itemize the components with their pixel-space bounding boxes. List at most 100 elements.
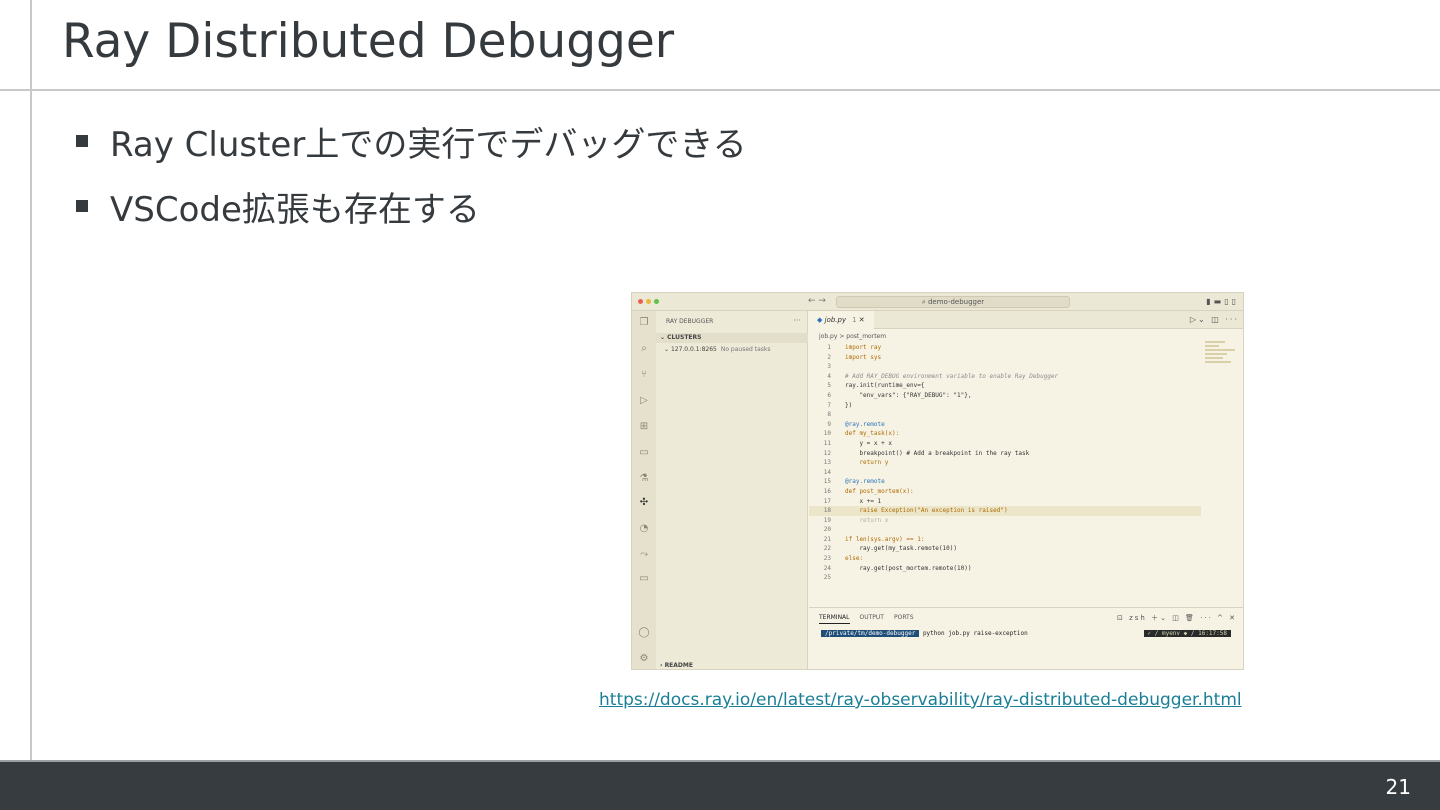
line-number: 14 — [823, 468, 831, 476]
editor-tabs: ◆ job.py 1 ✕ ▷⌄ ◫ ··· — [809, 311, 1243, 329]
left-rule — [30, 0, 32, 762]
code-line: 3 — [809, 362, 1243, 372]
line-number: 17 — [823, 497, 831, 505]
editor-actions-icons: ▷⌄ ◫ ··· — [1189, 315, 1239, 324]
code-line: 24 ray.get(post_mortem.remote(10)) — [809, 564, 1243, 574]
code-line: 10 def my_task(x): — [809, 429, 1243, 439]
code-view: 1 import ray 2 import sys 3 4 # Add RAY_DEBUG … — [809, 343, 1243, 583]
code-text: @ray.remote — [845, 478, 885, 486]
line-number: 13 — [823, 459, 831, 467]
bullet-text: Ray Cluster上での実行でデバッグできる — [110, 124, 747, 165]
code-text: breakpoint() # Add a breakpoint in the r… — [845, 449, 1030, 457]
maximize-dot-icon — [654, 299, 659, 304]
terminal-actions-icons: ⊡ zsh ＋⌄ ◫ 🗑 ··· ^ ✕ — [1117, 614, 1237, 622]
code-text: def post_mortem(x): — [845, 487, 914, 495]
code-line: 7}) — [809, 401, 1243, 411]
terminal-line: /private/tm/demo-debugger python job.py … — [821, 630, 1028, 637]
code-text: else: — [845, 555, 864, 563]
tab-badge: 1 — [852, 316, 857, 324]
code-line: 14 — [809, 468, 1243, 478]
code-line: 5 ray.init(runtime_env={ — [809, 381, 1243, 391]
slide-title: Ray Distributed Debugger — [62, 14, 675, 69]
code-text: ray.init(runtime_env={ — [845, 382, 925, 390]
code-line: 8 — [809, 410, 1243, 420]
code-line: 1 import ray — [809, 343, 1243, 353]
terminal-tab: TERMINAL — [819, 614, 850, 624]
minimize-dot-icon — [646, 299, 651, 304]
vscode-screenshot: ← → ⌕ demo-debugger ▮▬▯▯ ❐ ⌕ ⑂ ▷ ⊞ ▭ ⚗ ✣… — [631, 292, 1244, 670]
terminal-tabs: TERMINAL OUTPUT PORTS — [819, 614, 924, 624]
title-rule — [0, 89, 1440, 91]
ray-debugger-icon: ✣ — [639, 497, 649, 508]
code-text: import sys — [845, 353, 882, 361]
code-text: def my_task(x): — [845, 430, 900, 438]
tab-label: job.py — [824, 316, 847, 324]
line-number: 2 — [827, 353, 831, 361]
code-text: return x — [845, 516, 889, 524]
code-line: 18 raise Exception("An exception is rais… — [809, 506, 1201, 516]
page-number: 21 — [1385, 775, 1411, 799]
command-search: ⌕ demo-debugger — [836, 296, 1070, 308]
line-number: 18 — [823, 507, 831, 515]
line-number: 10 — [823, 430, 831, 438]
line-number: 11 — [823, 439, 831, 447]
code-line: 11 y = x + x — [809, 439, 1243, 449]
code-line: 9 @ray.remote — [809, 420, 1243, 430]
docs-link[interactable]: https://docs.ray.io/en/latest/ray-observ… — [599, 690, 1242, 710]
bullet-marker — [76, 200, 88, 212]
line-number: 25 — [823, 574, 831, 582]
code-text: import ray — [845, 344, 882, 351]
code-line: 19 return x — [809, 516, 1243, 526]
terminal-status: ✓ / myenv ◆ / 16:17:58 — [1143, 630, 1231, 637]
line-number: 6 — [827, 391, 831, 399]
line-number: 1 — [827, 344, 831, 351]
breadcrumb: job.py > post_mortem — [819, 333, 887, 340]
code-text: @ray.remote — [845, 420, 885, 428]
line-number: 7 — [827, 401, 831, 409]
code-text: ray.get(my_task.remote(10)) — [845, 545, 957, 553]
readme-section: › README — [660, 662, 693, 669]
layout-icons: ▮▬▯▯ — [1206, 297, 1239, 306]
code-text: y = x + x — [845, 439, 892, 447]
source-control-icon: ⑂ — [641, 369, 647, 380]
bullet-text: VSCode拡張も存在する — [110, 189, 480, 230]
terminal-tab: OUTPUT — [859, 614, 884, 621]
line-number: 3 — [827, 363, 831, 371]
code-line: 13 return y — [809, 458, 1243, 468]
footer-bar — [0, 762, 1440, 810]
minimap — [1205, 341, 1239, 381]
tab-job-py: ◆ job.py 1 ✕ — [809, 311, 874, 329]
code-line: 22 ray.get(my_task.remote(10)) — [809, 544, 1243, 554]
code-line: 16 def post_mortem(x): — [809, 487, 1243, 497]
line-number: 9 — [827, 420, 831, 428]
terminal-path: /private/tm/demo-debugger — [821, 630, 920, 637]
code-text: "env_vars": {"RAY_DEBUG": "1"}, — [845, 391, 972, 399]
readme-label: README — [664, 662, 693, 669]
line-number: 24 — [823, 564, 831, 572]
chat-icon: ▭ — [639, 573, 649, 584]
bullet-item: Ray Cluster上での実行でデバッグできる — [76, 118, 747, 165]
timeline-icon: ◔ — [639, 523, 649, 534]
code-text: }) — [845, 401, 853, 409]
line-number: 23 — [823, 555, 831, 563]
panel-title: RAY DEBUGGER — [666, 318, 714, 325]
explorer-icon: ❐ — [639, 317, 649, 328]
code-text: # Add RAY_DEBUG environment variable to … — [845, 372, 1059, 380]
terminal-shell: zsh — [1129, 614, 1147, 622]
python-file-icon: ◆ — [817, 316, 823, 324]
bullet-marker — [76, 135, 88, 147]
line-number: 21 — [823, 535, 831, 543]
code-line: 20 — [809, 525, 1243, 535]
bullet-list: Ray Cluster上での実行でデバッグできる VSCode拡張も存在する — [76, 118, 747, 248]
bullet-item: VSCode拡張も存在する — [76, 183, 747, 230]
line-number: 12 — [823, 449, 831, 457]
code-line: 2 import sys — [809, 353, 1243, 363]
more-icon: ··· — [793, 316, 801, 325]
code-text: ray.get(post_mortem.remote(10)) — [845, 564, 972, 572]
editor-area: ◆ job.py 1 ✕ ▷⌄ ◫ ··· job.py > post_morte… — [809, 311, 1243, 669]
nav-arrows-icon: ← → — [808, 296, 826, 306]
line-number: 22 — [823, 545, 831, 553]
search-icon: ⌕ — [641, 343, 647, 354]
terminal-panel: TERMINAL OUTPUT PORTS ⊡ zsh ＋⌄ ◫ 🗑 ··· ^ ✕… — [809, 607, 1243, 669]
terminal-env: myenv — [1161, 630, 1181, 637]
